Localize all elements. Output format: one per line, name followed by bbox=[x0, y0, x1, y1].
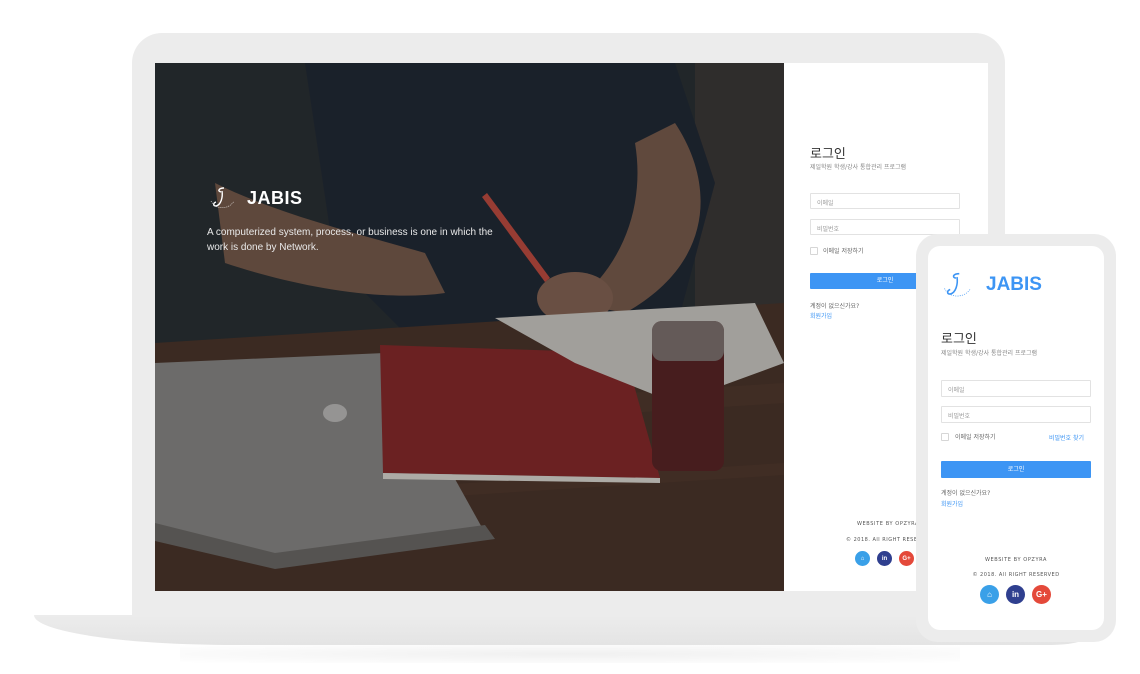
remember-email-label: 이메일 저장하기 bbox=[823, 248, 864, 255]
mobile-brand: JABIS bbox=[940, 268, 1042, 302]
login-subtitle: 제일학원 학생/강사 통합관리 프로그램 bbox=[810, 164, 907, 171]
github-icon[interactable]: ⌂ bbox=[980, 585, 999, 604]
login-title: 로그인 bbox=[810, 147, 846, 162]
laptop-screen: JABIS A computerized system, process, or… bbox=[155, 63, 988, 591]
mobile-social-links: ⌂ in G+ bbox=[980, 585, 1051, 604]
hero-background-photo: JABIS A computerized system, process, or… bbox=[155, 63, 784, 591]
brand-tagline: A computerized system, process, or busin… bbox=[207, 227, 493, 253]
password-field[interactable]: 비밀번호 bbox=[810, 219, 960, 235]
google-plus-icon[interactable]: G+ bbox=[899, 551, 914, 566]
jabis-logo-icon bbox=[210, 187, 235, 209]
website-credit: WEBSITE BY OPZYRA bbox=[857, 521, 920, 527]
mobile-password-field[interactable]: 비밀번호 bbox=[941, 406, 1091, 423]
remember-email-checkbox[interactable] bbox=[810, 246, 818, 255]
hero-brand: JABIS bbox=[207, 183, 303, 213]
remember-email-row[interactable]: 이메일 저장하기 bbox=[810, 246, 864, 255]
mobile-login-subtitle: 제일학원 학생/강사 통합관리 프로그램 bbox=[941, 350, 1038, 357]
linkedin-icon[interactable]: in bbox=[877, 551, 892, 566]
github-icon[interactable]: ⌂ bbox=[855, 551, 870, 566]
mobile-email-field[interactable]: 이메일 bbox=[941, 380, 1091, 397]
mobile-remember-email-label: 이메일 저장하기 bbox=[955, 434, 996, 441]
mobile-login-button[interactable]: 로그인 bbox=[941, 461, 1091, 478]
social-links: ⌂ in G+ bbox=[855, 551, 914, 566]
mobile-no-account-text: 계정이 없으신가요? bbox=[941, 490, 991, 497]
no-account-text: 계정이 없으신가요? bbox=[810, 303, 860, 310]
mobile-brand-name: JABIS bbox=[986, 274, 1042, 295]
signup-link[interactable]: 회원가입 bbox=[810, 311, 832, 320]
mobile-signup-link[interactable]: 회원가입 bbox=[941, 499, 963, 508]
mobile-remember-email-row[interactable]: 이메일 저장하기 bbox=[941, 432, 996, 441]
mobile-login-title: 로그인 bbox=[941, 332, 977, 347]
linkedin-icon[interactable]: in bbox=[1006, 585, 1025, 604]
mobile-remember-email-checkbox[interactable] bbox=[941, 432, 949, 441]
laptop-shadow bbox=[180, 645, 960, 663]
email-field[interactable]: 이메일 bbox=[810, 193, 960, 209]
google-plus-icon[interactable]: G+ bbox=[1032, 585, 1051, 604]
phone-screen: JABIS 로그인 제일학원 학생/강사 통합관리 프로그램 이메일 비밀번호 … bbox=[928, 246, 1104, 630]
mobile-website-credit: WEBSITE BY OPZYRA bbox=[984, 557, 1048, 563]
mobile-copyright-text: © 2018. All RIGHT RESERVED bbox=[972, 572, 1060, 578]
mobile-forgot-password-link[interactable]: 비밀번호 찾기 bbox=[1049, 433, 1084, 442]
jabis-logo-icon bbox=[944, 272, 971, 297]
hero-dark-overlay bbox=[155, 63, 784, 591]
brand-name: JABIS bbox=[247, 187, 303, 208]
